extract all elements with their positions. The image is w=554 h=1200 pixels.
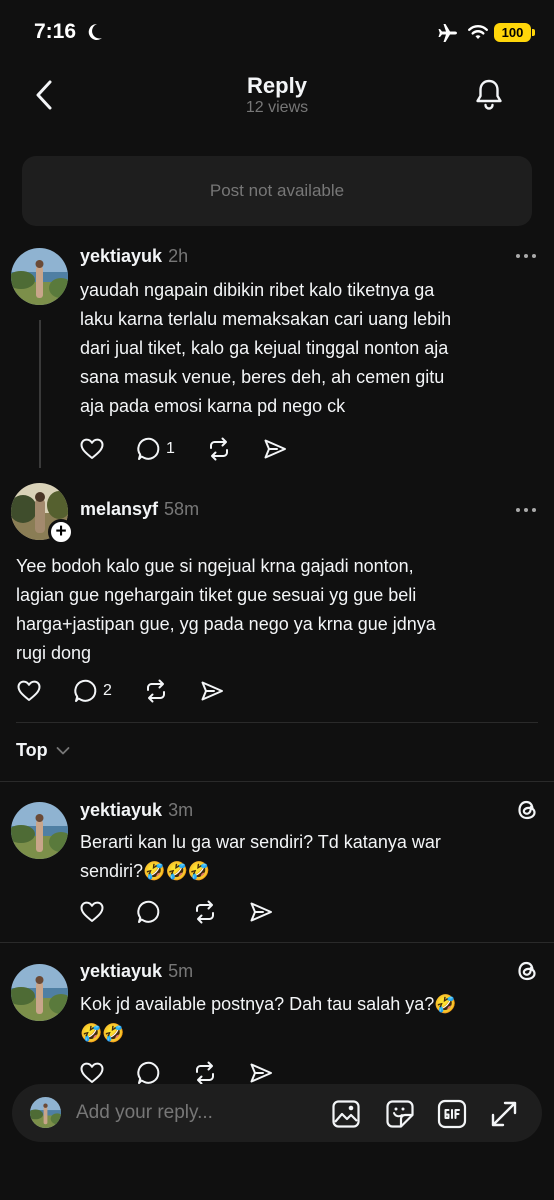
comment-line: dari jual tiket, kalo ga kejual tinggal … — [80, 338, 449, 358]
username-text[interactable]: yektiayuk — [80, 246, 162, 266]
repost-icon — [192, 1060, 218, 1086]
bell-icon[interactable] — [472, 76, 506, 112]
thread-connector-line — [39, 320, 41, 468]
repost-button[interactable] — [143, 676, 169, 706]
repost-icon — [192, 899, 218, 925]
battery-indicator: 100 — [494, 23, 531, 42]
post-unavailable-text: Post not available — [209, 181, 345, 200]
username[interactable]: yektiayuk 3m — [80, 800, 193, 821]
sort-label[interactable]: Top — [16, 740, 48, 761]
comment-line: sana masuk venue, beres deh, ah cemen gi… — [80, 367, 445, 387]
top-nav: Reply 12 views — [0, 64, 554, 130]
post-line: harga+jastipan gue, yg pada nego ya krna… — [16, 614, 436, 634]
wifi-icon — [468, 25, 488, 39]
image-icon[interactable] — [330, 1098, 362, 1130]
action-row: 1 — [79, 434, 309, 464]
divider — [0, 942, 554, 943]
post-time: 58m — [164, 499, 200, 519]
reply-input[interactable] — [76, 1098, 266, 1128]
battery-cap — [532, 29, 535, 36]
repost-icon — [206, 436, 232, 462]
moon-icon — [88, 23, 102, 40]
more-dots-icon[interactable] — [514, 506, 538, 514]
username[interactable]: melansyf 58m — [80, 499, 199, 520]
sort-dropdown[interactable]: Top — [16, 740, 70, 761]
comment-body: yaudah ngapain dibikin ribet kalo tiketn… — [80, 276, 535, 421]
follow-plus-icon[interactable]: + — [48, 519, 74, 545]
share-button[interactable] — [262, 434, 288, 464]
like-button[interactable] — [16, 676, 42, 706]
repost-icon — [143, 678, 169, 704]
username-text[interactable]: yektiayuk — [80, 961, 162, 981]
sticker-icon[interactable] — [384, 1098, 416, 1130]
avatar — [30, 1097, 61, 1128]
post-line: Yee bodoh kalo gue si ngejual krna gajad… — [16, 556, 414, 576]
gif-icon[interactable] — [436, 1098, 468, 1130]
avatar[interactable] — [11, 802, 68, 859]
comment-line: yaudah ngapain dibikin ribet kalo tiketn… — [80, 280, 435, 300]
status-bar: 7:16 100 — [0, 0, 554, 64]
comment-button[interactable] — [136, 897, 162, 927]
send-icon — [248, 1060, 274, 1086]
comment-line: laku karna terlalu memaksakan cari uang … — [80, 309, 452, 329]
username[interactable]: yektiayuk 5m — [80, 961, 193, 982]
repost-button[interactable] — [206, 434, 232, 464]
view-count: 12 views — [245, 99, 309, 116]
username-text[interactable]: yektiayuk — [80, 800, 162, 820]
reply-line: Berarti kan lu ga war sendiri? Td katany… — [80, 832, 441, 852]
share-button[interactable] — [199, 676, 225, 706]
avatar[interactable] — [11, 248, 68, 305]
post-line: rugi dong — [16, 643, 92, 663]
comment-bubble-icon — [73, 678, 99, 704]
reply-body: Berarti kan lu ga war sendiri? Td katany… — [80, 828, 535, 886]
comment-bubble-icon — [136, 1060, 162, 1086]
reply-body: Kok jd available postnya? Dah tau salah … — [80, 990, 535, 1048]
action-row — [79, 897, 309, 927]
status-time: 7:16 — [34, 20, 77, 43]
post-time: 2h — [168, 246, 189, 266]
comment-line: aja pada emosi karna pd nego ck — [80, 396, 346, 416]
threads-logo-icon[interactable] — [514, 958, 540, 984]
reply-line: 🤣🤣 — [80, 1023, 125, 1043]
more-dots-icon[interactable] — [514, 252, 538, 260]
comment-bubble-icon — [136, 436, 162, 462]
like-button[interactable] — [79, 434, 105, 464]
chevron-down-icon — [56, 746, 70, 754]
send-icon — [248, 899, 274, 925]
avatar[interactable] — [11, 964, 68, 1021]
send-icon — [199, 678, 225, 704]
heart-icon — [79, 1060, 105, 1086]
reply-count: 2 — [103, 682, 112, 699]
post-unavailable-card: Post not available — [22, 156, 532, 226]
username-text[interactable]: melansyf — [80, 499, 158, 519]
expand-icon[interactable] — [488, 1098, 520, 1130]
heart-icon — [16, 678, 42, 704]
repost-button[interactable] — [192, 897, 218, 927]
comment-bubble-icon — [136, 899, 162, 925]
threads-logo-icon[interactable] — [514, 797, 540, 823]
comment-button[interactable]: 2 — [73, 676, 112, 706]
post-time: 3m — [168, 800, 194, 820]
post-line: lagian gue ngehargain tiket gue sesuai y… — [16, 585, 417, 605]
reply-count: 1 — [166, 440, 175, 457]
action-row: 2 — [16, 676, 246, 706]
reply-composer — [12, 1084, 542, 1142]
reply-line: sendiri?🤣🤣🤣 — [80, 861, 211, 881]
share-button[interactable] — [248, 897, 274, 927]
post-body: Yee bodoh kalo gue si ngejual krna gajad… — [16, 552, 538, 668]
send-icon — [262, 436, 288, 462]
reply-line: Kok jd available postnya? Dah tau salah … — [80, 994, 457, 1014]
username[interactable]: yektiayuk 2h — [80, 246, 188, 267]
comment-button[interactable]: 1 — [136, 434, 175, 464]
post-time: 5m — [168, 961, 194, 981]
airplane-icon — [438, 24, 457, 42]
divider — [16, 722, 538, 723]
like-button[interactable] — [79, 897, 105, 927]
heart-icon — [79, 899, 105, 925]
page-title: Reply — [247, 73, 307, 98]
heart-icon — [79, 436, 105, 462]
divider — [0, 781, 554, 782]
